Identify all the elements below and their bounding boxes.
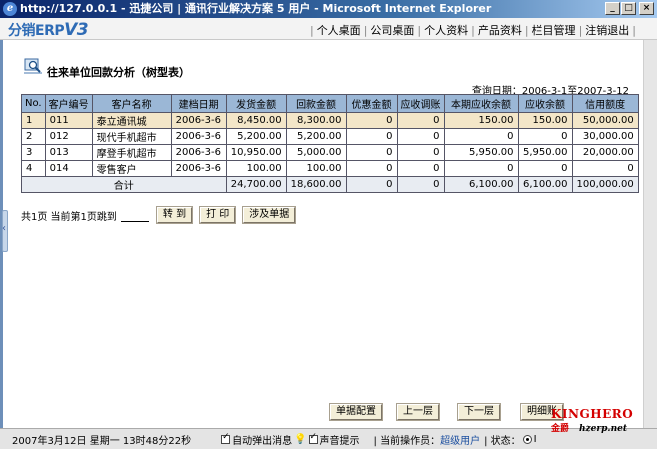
col-header: 客户名称	[91, 94, 172, 113]
col-header: 应收调账	[396, 94, 445, 113]
nav-column-manage[interactable]: 栏目管理	[532, 22, 576, 38]
auto-popup-label: 自动弹出消息	[232, 435, 293, 447]
status-datetime: 2007年3月12日 星期一 13时48分22秒	[12, 435, 192, 447]
operator-label: | 当前操作员：	[373, 435, 441, 447]
state-value: I	[533, 433, 537, 445]
goto-button[interactable]: 转 到	[155, 206, 194, 224]
level-up-button[interactable]: 上一层	[396, 403, 440, 421]
lightbulb-icon: 💡	[294, 433, 307, 445]
col-header: 回款金额	[285, 94, 347, 113]
operator-name[interactable]: 超级用户	[440, 432, 480, 447]
nav-personal-desktop[interactable]: 个人桌面	[317, 22, 361, 38]
page-input[interactable]	[120, 208, 149, 222]
app-logo: 分销ERPV3	[8, 20, 89, 40]
table-row[interactable]: 4 014 零售客户 2006-3-6 100.00 100.00 0 0 0 …	[21, 160, 639, 177]
pager: 共1页 当前第1页跳到 转 到 打 印 涉及单据	[21, 206, 297, 224]
col-header: 应收余额	[517, 94, 573, 113]
vertical-scrollbar[interactable]	[643, 40, 657, 428]
level-down-button[interactable]: 下一层	[457, 403, 501, 421]
col-header: 本期应收余额	[443, 94, 519, 113]
ie-icon: e	[3, 2, 17, 16]
close-button[interactable]: ×	[639, 2, 654, 15]
minimize-button[interactable]: _	[605, 2, 620, 15]
table-row[interactable]: 1 011 泰立通讯城 2006-3-6 8,450.00 8,300.00 0…	[21, 112, 639, 129]
auto-popup-checkbox[interactable]	[221, 432, 231, 444]
app-header: 分销ERPV3 | 个人桌面 | 公司桌面 | 个人资料 | 产品资料 | 栏目…	[0, 18, 657, 40]
window-titlebar: e http://127.0.0.1 - 迅捷公司 | 通讯行业解决方案 5 用…	[0, 0, 657, 18]
table-header-row: No. 客户编号 客户名称 建档日期 发货金额 回款金额 优惠金额 应收调账 本…	[21, 94, 639, 113]
report-title: 往来单位回款分析（树型表）	[47, 66, 190, 79]
col-header: 建档日期	[170, 94, 227, 113]
window-controls: _ □ ×	[605, 2, 654, 15]
report-table: No. 客户编号 客户名称 建档日期 发货金额 回款金额 优惠金额 应收调账 本…	[21, 94, 639, 193]
nav-product-info[interactable]: 产品资料	[478, 22, 522, 38]
doc-config-button[interactable]: 单据配置	[329, 403, 383, 421]
table-row[interactable]: 2 012 现代手机超市 2006-3-6 5,200.00 5,200.00 …	[21, 128, 639, 145]
state-label: | 状态：	[484, 435, 521, 447]
nav-logout[interactable]: 注销退出	[585, 22, 629, 38]
col-header: 优惠金额	[345, 94, 398, 113]
related-docs-button[interactable]: 涉及单据	[242, 206, 297, 224]
col-header: 客户编号	[44, 94, 93, 113]
nav-company-desktop[interactable]: 公司桌面	[370, 22, 414, 38]
top-nav: | 个人桌面 | 公司桌面 | 个人资料 | 产品资料 | 栏目管理 | 注销退…	[309, 22, 636, 38]
kinghero-watermark: KINGHERO 金爵 hzerp.net	[551, 407, 634, 434]
maximize-button[interactable]: □	[621, 2, 636, 15]
total-row: 合计 24,700.00 18,600.00 0 0 6,100.00 6,10…	[21, 176, 639, 193]
nav-personal-info[interactable]: 个人资料	[424, 22, 468, 38]
col-header: 信用额度	[571, 94, 639, 113]
page-info: 共1页 当前第1页跳到	[21, 211, 117, 223]
state-radio[interactable]	[522, 434, 532, 444]
sound-hint-label: 声音提示	[319, 435, 360, 447]
col-header: 发货金额	[225, 94, 287, 113]
collapse-handle[interactable]	[2, 210, 8, 252]
print-button[interactable]: 打 印	[199, 206, 237, 224]
sound-hint-checkbox[interactable]	[308, 432, 318, 444]
total-label: 合计	[21, 176, 227, 193]
window-title: http://127.0.0.1 - 迅捷公司 | 通讯行业解决方案 5 用户 …	[20, 2, 492, 15]
col-header: No.	[21, 94, 46, 113]
table-row[interactable]: 3 013 摩登手机超市 2006-3-6 10,950.00 5,000.00…	[21, 144, 639, 161]
report-search-icon	[24, 58, 42, 74]
